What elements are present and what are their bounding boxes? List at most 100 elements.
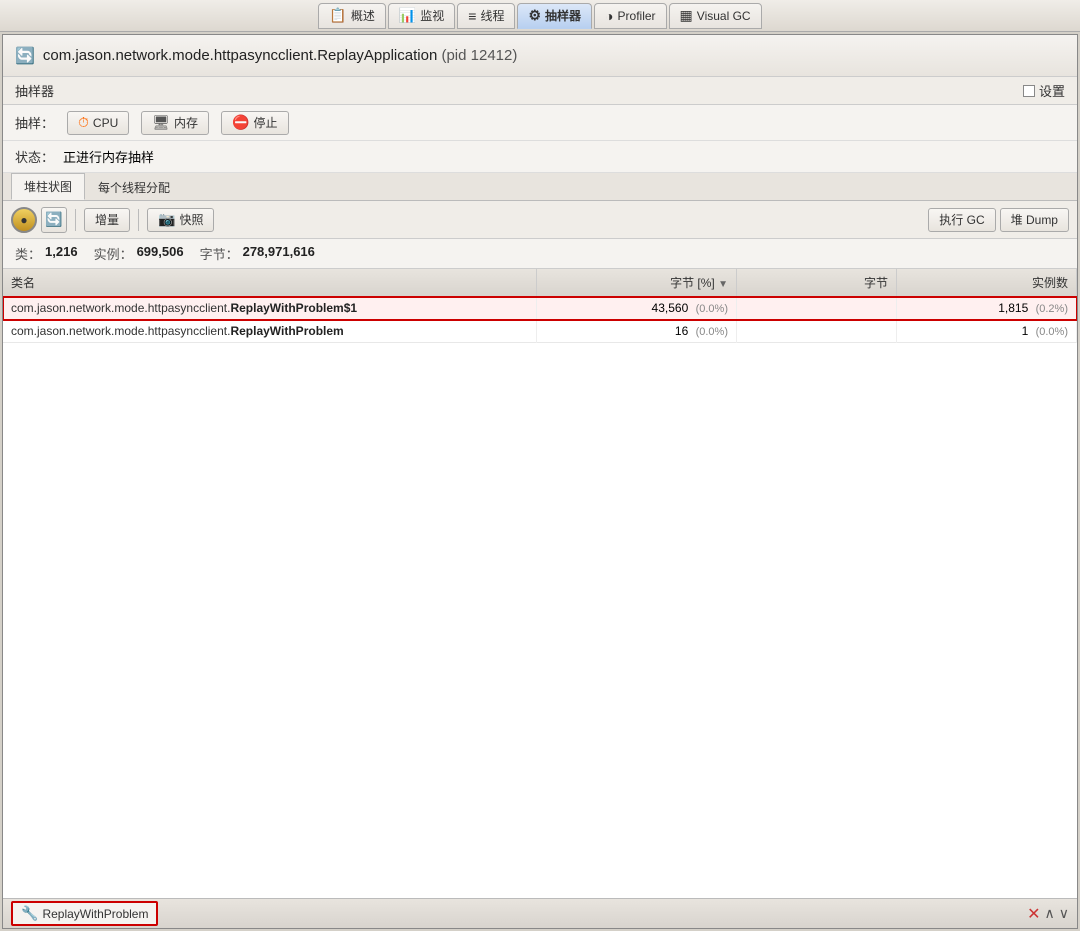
monitor-icon: 📊 [399, 7, 416, 24]
bytes-val-1: 43,560 [652, 301, 689, 315]
status-bar-item: 🔧 ReplayWithProblem [11, 901, 158, 926]
run-gc-button-label: 执行 GC [939, 211, 984, 228]
cpu-button[interactable]: ⏱ CPU [67, 111, 129, 135]
threads-icon: ≡ [468, 8, 476, 24]
instance-label: 实例： [94, 244, 133, 263]
cell-bytes-1 [737, 297, 897, 320]
cell-classname-1: com.jason.network.mode.httpasyncclient.R… [3, 297, 537, 320]
stop-button[interactable]: ⛔ 停止 [221, 111, 288, 135]
cell-bytes-pct-2: 16 (0.0%) [537, 320, 737, 343]
app-name: com.jason.network.mode.httpasyncclient.R… [43, 47, 437, 64]
col-bytes-pct[interactable]: 字节 [%] ▼ [537, 269, 737, 297]
status-bar-text: ReplayWithProblem [42, 907, 148, 921]
sampler-header: 抽样器 设置 [3, 77, 1077, 105]
cell-bytes-pct-1: 43,560 (0.0%) [537, 297, 737, 320]
refresh-button[interactable]: 🔄 [41, 207, 67, 233]
bytes-label: 字节： [200, 244, 239, 263]
tab-overview[interactable]: 📋 概述 [318, 3, 385, 29]
stats-bytes: 字节： 278,971,616 [200, 244, 315, 263]
status-label: 状态： [15, 147, 55, 166]
cell-instances-2: 1 (0.0%) [897, 320, 1077, 343]
nav-up-icon[interactable]: ∧ [1045, 905, 1055, 922]
col-bytes-pct-label: 字节 [%] [670, 276, 715, 290]
table-row[interactable]: com.jason.network.mode.httpasyncclient.R… [3, 320, 1077, 343]
delta-button[interactable]: 增量 [84, 208, 130, 232]
record-button[interactable]: ● [11, 207, 37, 233]
stats-row: 类： 1,216 实例： 699,506 字节： 278,971,616 [3, 239, 1077, 269]
class-suffix-2: ReplayWithProblem [230, 324, 343, 338]
stop-button-label: 停止 [254, 114, 278, 131]
table-row[interactable]: com.jason.network.mode.httpasyncclient.R… [3, 297, 1077, 320]
col-instances[interactable]: 实例数 [897, 269, 1077, 297]
tab-overview-label: 概述 [351, 7, 375, 24]
status-bar-icon: 🔧 [21, 905, 38, 922]
tab-heap-view[interactable]: 堆柱状图 [11, 173, 85, 200]
app-title: com.jason.network.mode.httpasyncclient.R… [43, 47, 517, 64]
per-thread-label: 每个线程分配 [98, 181, 170, 195]
memory-button-label: 内存 [174, 114, 198, 131]
class-prefix-2: com.jason.network.mode.httpasyncclient. [11, 324, 230, 338]
bytes-value: 278,971,616 [243, 244, 315, 263]
status-value: 正进行内存抽样 [63, 147, 154, 166]
sampler-icon: ⚙ [528, 7, 541, 24]
stats-instance: 实例： 699,506 [94, 244, 184, 263]
settings-area: 设置 [1023, 81, 1065, 100]
tab-profiler[interactable]: ◑ Profiler [594, 3, 666, 29]
class-label: 类： [15, 244, 41, 263]
tab-sampler-label: 抽样器 [545, 7, 581, 24]
cpu-button-label: CPU [93, 116, 118, 130]
settings-label: 设置 [1039, 81, 1065, 100]
col-bytes[interactable]: 字节 [737, 269, 897, 297]
tab-visualgc[interactable]: ▦ Visual GC [669, 3, 762, 29]
toolbar-separator-1 [75, 209, 76, 231]
instances-pct-1: (0.2%) [1036, 303, 1068, 315]
sample-buttons-row: 抽样： ⏱ CPU 🖥 内存 ⛔ 停止 [3, 105, 1077, 141]
title-bar: 🔄 com.jason.network.mode.httpasyncclient… [3, 35, 1077, 77]
status-bar-controls: ✕ ∧ ∨ [1027, 904, 1069, 924]
overview-icon: 📋 [329, 7, 346, 24]
toolbar-right: 执行 GC 堆 Dump [928, 208, 1069, 232]
data-table: 类名 字节 [%] ▼ 字节 实例数 [3, 269, 1077, 343]
sort-down-icon: ▼ [718, 279, 728, 290]
memory-icon: 🖥 [152, 114, 170, 131]
col-classname-label: 类名 [11, 276, 35, 290]
main-window: 🔄 com.jason.network.mode.httpasyncclient… [2, 34, 1078, 929]
instances-val-1: 1,815 [998, 301, 1028, 315]
col-bytes-label: 字节 [864, 276, 888, 290]
tab-per-thread[interactable]: 每个线程分配 [85, 174, 183, 200]
visualgc-icon: ▦ [680, 7, 693, 24]
sampler-section-label: 抽样器 [15, 81, 54, 100]
cell-instances-1: 1,815 (0.2%) [897, 297, 1077, 320]
run-gc-button[interactable]: 执行 GC [928, 208, 995, 232]
tab-threads-label: 线程 [480, 7, 504, 24]
tab-monitor[interactable]: 📊 监视 [388, 3, 455, 29]
cpu-icon: ⏱ [78, 114, 89, 131]
heap-view-label: 堆柱状图 [24, 180, 72, 194]
data-table-container: 类名 字节 [%] ▼ 字节 实例数 [3, 269, 1077, 898]
settings-checkbox[interactable] [1023, 85, 1035, 97]
status-row: 状态： 正进行内存抽样 [3, 141, 1077, 173]
close-icon[interactable]: ✕ [1027, 904, 1040, 924]
app-icon: 🔄 [15, 46, 35, 66]
tab-profiler-label: Profiler [618, 9, 656, 23]
stats-class: 类： 1,216 [15, 244, 78, 263]
col-classname[interactable]: 类名 [3, 269, 537, 297]
status-bar: 🔧 ReplayWithProblem ✕ ∧ ∨ [3, 898, 1077, 928]
tab-monitor-label: 监视 [420, 7, 444, 24]
tab-threads[interactable]: ≡ 线程 [457, 3, 515, 29]
toolbar-separator-2 [138, 209, 139, 231]
stop-icon: ⛔ [232, 114, 249, 131]
memory-button[interactable]: 🖥 内存 [141, 111, 209, 135]
bytes-pct-1: (0.0%) [696, 303, 728, 315]
nav-down-icon[interactable]: ∨ [1059, 905, 1069, 922]
snapshot-button[interactable]: 📷 快照 [147, 208, 214, 232]
delta-button-label: 增量 [95, 211, 119, 228]
class-suffix-1: ReplayWithProblem$1 [230, 301, 357, 315]
tab-sampler[interactable]: ⚙ 抽样器 [517, 3, 592, 29]
top-nav-bar: 📋 概述 📊 监视 ≡ 线程 ⚙ 抽样器 ◑ Profiler ▦ Visual… [0, 0, 1080, 32]
pid-label: (pid 12412) [441, 47, 517, 64]
snapshot-button-label: 快照 [179, 211, 203, 228]
instances-val-2: 1 [1022, 324, 1029, 338]
view-tab-bar: 堆柱状图 每个线程分配 [3, 173, 1077, 201]
heap-dump-button[interactable]: 堆 Dump [1000, 208, 1069, 232]
